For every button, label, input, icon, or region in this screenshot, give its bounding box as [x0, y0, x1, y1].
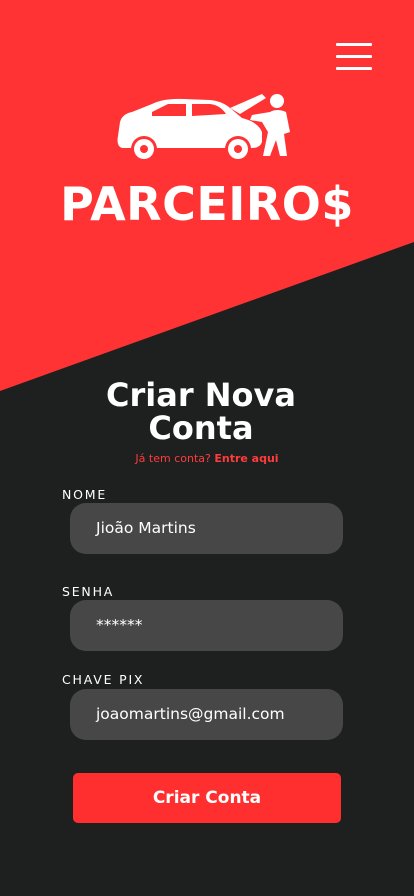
title-line-1: Criar Nova — [106, 376, 296, 414]
login-prompt: Já tem conta? Entre aqui — [0, 452, 414, 466]
pix-key-label: CHAVE PIX — [62, 672, 145, 687]
hamburger-menu-button[interactable] — [330, 38, 378, 74]
password-input[interactable]: ****** — [70, 600, 343, 651]
login-link[interactable]: Entre aqui — [214, 452, 278, 465]
password-label: SENHA — [62, 584, 115, 599]
login-question: Já tem conta? — [135, 452, 211, 465]
menu-bar — [336, 67, 372, 70]
pix-key-input[interactable]: joaomartins@gmail.com — [70, 689, 343, 740]
name-input[interactable]: Jioão Martins — [70, 503, 343, 554]
page-title: Criar Nova Conta — [0, 379, 402, 445]
menu-bar — [336, 55, 372, 58]
title-line-2: Conta — [148, 409, 254, 447]
menu-bar — [336, 43, 372, 46]
car-mechanic-icon — [117, 94, 290, 162]
create-account-button[interactable]: Criar Conta — [73, 773, 341, 823]
brand-name: PARCEIRO$ — [60, 177, 354, 231]
name-label: NOME — [62, 487, 108, 502]
